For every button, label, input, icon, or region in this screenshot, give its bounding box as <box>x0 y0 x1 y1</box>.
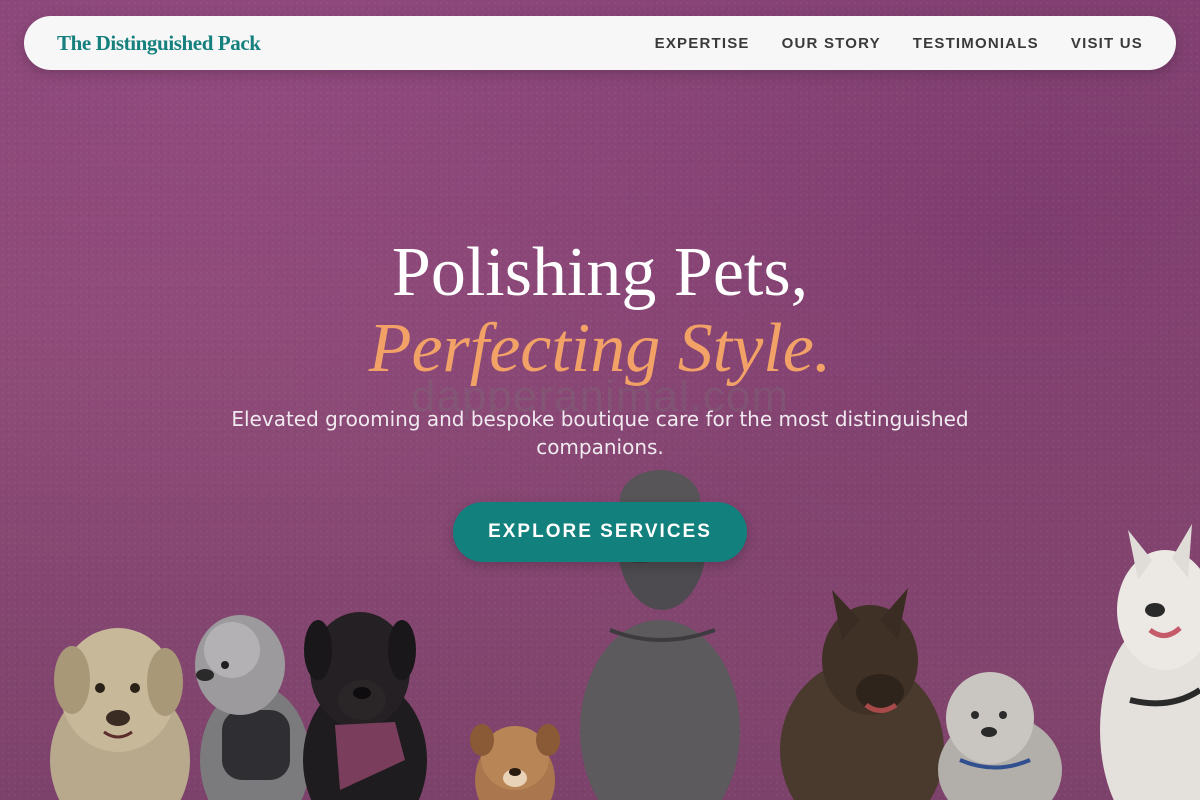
hero-subtitle: Elevated grooming and bespoke boutique c… <box>231 407 969 459</box>
dog-husky <box>1100 524 1200 800</box>
dog-small-brown <box>470 724 560 800</box>
nav-link-our-story[interactable]: OUR STORY <box>782 35 881 52</box>
dog-white-shaggy <box>938 672 1062 800</box>
hero-headline: Polishing Pets, Perfecting Style. <box>0 232 1200 384</box>
dog-black-lab <box>303 612 427 800</box>
dog-grey-curly <box>195 615 310 800</box>
nav-link-expertise[interactable]: EXPERTISE <box>655 35 750 52</box>
nav-links: EXPERTISE OUR STORY TESTIMONIALS VISIT U… <box>655 35 1143 52</box>
explore-services-button[interactable]: EXPLORE SERVICES <box>453 502 747 562</box>
headline-line-1: Polishing Pets, <box>391 234 809 311</box>
headline-line-2: Perfecting Style. <box>368 310 832 387</box>
dog-brindle <box>780 588 944 800</box>
brand-logo-link[interactable]: The Distinguished Pack <box>57 31 261 56</box>
nav-link-testimonials[interactable]: TESTIMONIALS <box>913 35 1039 52</box>
dog-tan-fluffy <box>50 628 190 800</box>
nav-link-visit-us[interactable]: VISIT US <box>1071 35 1143 52</box>
top-navbar: The Distinguished Pack EXPERTISE OUR STO… <box>24 16 1176 70</box>
